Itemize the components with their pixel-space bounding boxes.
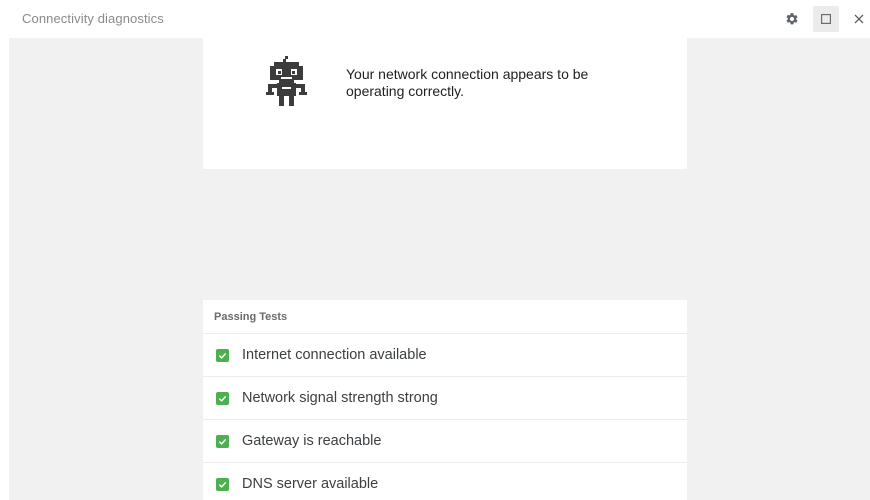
test-row: Gateway is reachable <box>203 420 687 463</box>
title-bar: Connectivity diagnostics <box>0 0 870 38</box>
content-area: Your network connection appears to be op… <box>9 38 870 500</box>
status-message: Your network connection appears to be op… <box>346 66 589 99</box>
robot-icon <box>266 56 307 106</box>
maximize-icon <box>821 14 831 24</box>
settings-button[interactable] <box>779 6 805 32</box>
test-row: DNS server available <box>203 463 687 500</box>
passing-tests-card: Passing Tests Internet connection availa… <box>203 300 687 500</box>
test-row: Internet connection available <box>203 334 687 377</box>
test-label: DNS server available <box>242 476 379 492</box>
check-icon <box>216 434 229 448</box>
status-card: Your network connection appears to be op… <box>203 38 687 169</box>
check-icon <box>216 477 229 491</box>
check-icon <box>216 348 229 362</box>
close-button[interactable] <box>846 6 870 32</box>
passing-tests-header: Passing Tests <box>203 300 687 334</box>
test-row: Network signal strength strong <box>203 377 687 420</box>
test-label: Network signal strength strong <box>242 390 438 406</box>
check-icon <box>216 391 229 405</box>
gear-icon <box>786 13 798 25</box>
close-icon <box>854 14 864 24</box>
maximize-button[interactable] <box>813 6 839 32</box>
window-title: Connectivity diagnostics <box>22 11 164 26</box>
test-label: Internet connection available <box>242 347 427 363</box>
test-label: Gateway is reachable <box>242 433 382 449</box>
